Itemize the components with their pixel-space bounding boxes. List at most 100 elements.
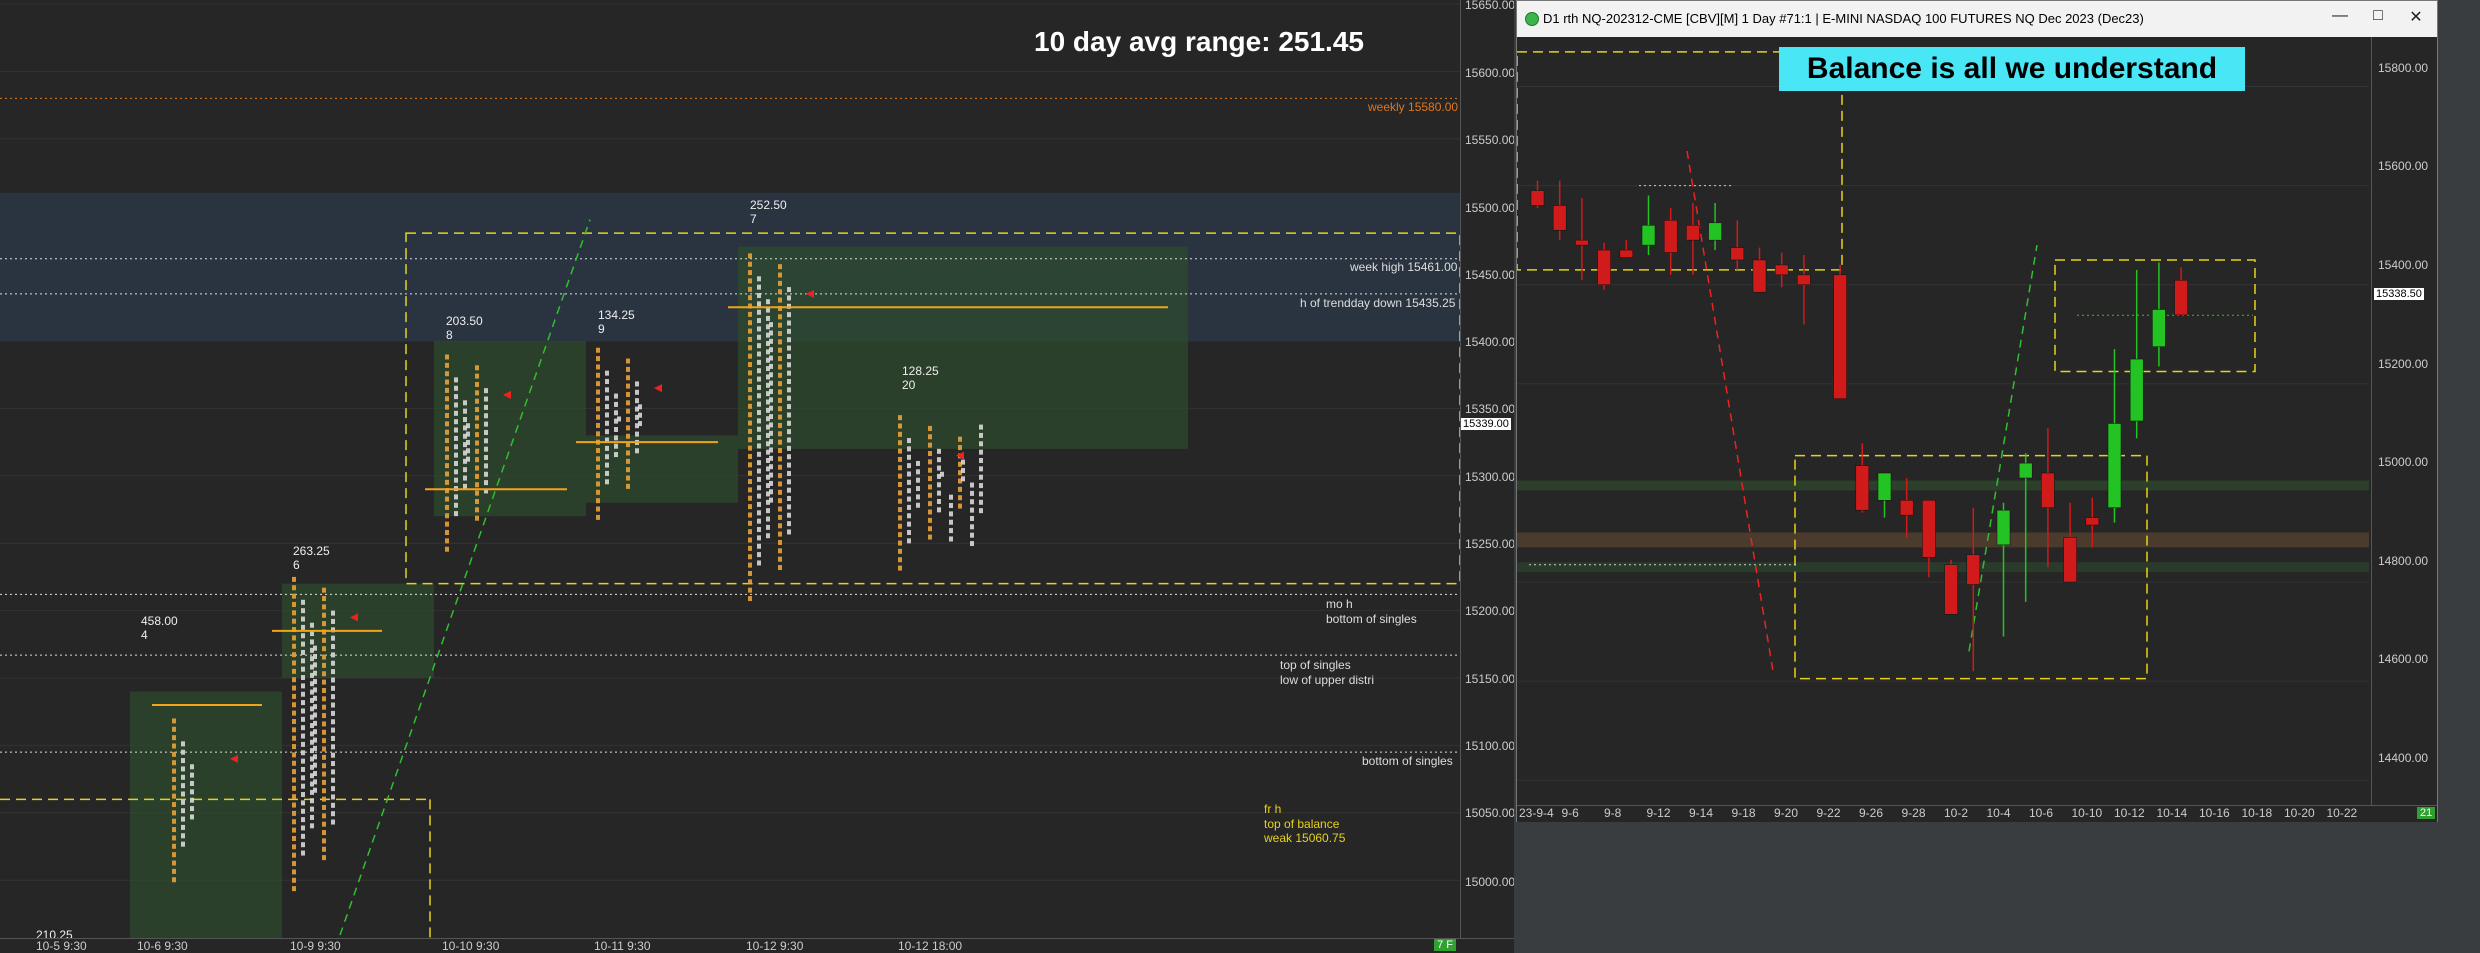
market-profile-canvas[interactable] bbox=[0, 0, 1514, 953]
tpo-letter bbox=[928, 425, 932, 431]
market-profile-chart[interactable]: 10 day avg range: 251.45 458.00 4 263.25 6… bbox=[0, 0, 1514, 953]
tpo-letter bbox=[916, 460, 920, 466]
tpo-letter bbox=[614, 452, 618, 458]
tpo-letter bbox=[958, 445, 962, 451]
tpo-letter bbox=[970, 524, 974, 530]
tpo-letter bbox=[757, 351, 761, 357]
tpo-letter bbox=[331, 811, 335, 817]
price-axis[interactable]: 15650.00 15600.00 15550.00 15500.00 1545… bbox=[1460, 0, 1514, 940]
tpo-letter bbox=[778, 481, 782, 487]
app-icon bbox=[1525, 12, 1539, 26]
date-label: 9-28 bbox=[1901, 806, 1926, 820]
tpo-letter bbox=[928, 434, 932, 440]
tpo-letter bbox=[322, 612, 326, 618]
corner-badge: 21 bbox=[2417, 807, 2436, 819]
tpo-letter bbox=[757, 326, 761, 332]
tpo-letter bbox=[475, 423, 479, 429]
tpo-letter bbox=[310, 798, 314, 804]
tpo-letter bbox=[961, 467, 965, 473]
close-button[interactable]: ✕ bbox=[2401, 7, 2431, 27]
tpo-letter bbox=[928, 484, 932, 490]
tpo-letter bbox=[626, 375, 630, 381]
window-title-bar[interactable]: D1 rth NQ-202312-CME [CBV][M] 1 Day #71:… bbox=[1517, 1, 2437, 37]
candlestick-canvas[interactable] bbox=[1517, 37, 2437, 821]
tpo-letter bbox=[614, 393, 618, 399]
tpo-letter bbox=[301, 641, 305, 647]
tpo-letter bbox=[475, 381, 479, 387]
tpo-letter bbox=[635, 448, 639, 454]
tpo-letter bbox=[748, 286, 752, 292]
price-tick: 15150.00 bbox=[1465, 672, 1514, 686]
tpo-letter bbox=[292, 777, 296, 783]
tpo-letter bbox=[778, 464, 782, 470]
tpo-letter bbox=[769, 372, 773, 378]
tpo-letter bbox=[181, 783, 185, 789]
tpo-letter bbox=[748, 453, 752, 459]
tpo-letter bbox=[301, 675, 305, 681]
tpo-letter bbox=[949, 536, 953, 542]
maximize-button[interactable]: □ bbox=[2363, 7, 2393, 25]
tpo-letter bbox=[301, 766, 305, 772]
tpo-letter bbox=[301, 725, 305, 731]
tpo-letter bbox=[292, 819, 296, 825]
tpo-letter bbox=[596, 406, 600, 412]
tpo-letter bbox=[322, 704, 326, 710]
tpo-letter bbox=[484, 429, 488, 435]
tpo-letter bbox=[748, 278, 752, 284]
tpo-letter bbox=[949, 519, 953, 525]
corner-badge: 7 F bbox=[1434, 939, 1456, 951]
tpo-letter bbox=[605, 445, 609, 451]
tpo-letter bbox=[766, 307, 770, 313]
tpo-letter bbox=[778, 498, 782, 504]
tpo-letter bbox=[475, 398, 479, 404]
tpo-letter bbox=[301, 842, 305, 848]
tpo-letter bbox=[596, 414, 600, 420]
tpo-letter bbox=[596, 464, 600, 470]
tpo-letter bbox=[949, 511, 953, 517]
daily-chart-window[interactable]: D1 rth NQ-202312-CME [CBV][M] 1 Day #71:… bbox=[1514, 0, 2480, 953]
tpo-letter bbox=[748, 428, 752, 434]
banner-balance: Balance is all we understand bbox=[1779, 47, 2245, 91]
date-label: 9-20 bbox=[1774, 806, 1799, 820]
daily-price-axis[interactable]: 15800.00 15600.00 15400.00 15200.00 1500… bbox=[2371, 37, 2436, 809]
tpo-letter bbox=[766, 533, 770, 539]
tpo-letter bbox=[322, 604, 326, 610]
tpo-letter bbox=[322, 804, 326, 810]
tpo-letter bbox=[757, 410, 761, 416]
minimize-button[interactable]: — bbox=[2325, 7, 2355, 25]
time-axis[interactable]: 10-5 9:30 10-6 9:30 10-9 9:30 10-10 9:30… bbox=[0, 938, 1514, 953]
tpo-letter bbox=[172, 843, 176, 849]
tpo-letter bbox=[301, 633, 305, 639]
tpo-letter bbox=[313, 729, 317, 735]
tpo-letter bbox=[748, 261, 752, 267]
tpo-letter bbox=[454, 402, 458, 408]
tpo-letter bbox=[937, 465, 941, 471]
tpo-letter bbox=[463, 408, 467, 414]
tpo-letter bbox=[445, 429, 449, 435]
tpo-letter bbox=[748, 587, 752, 593]
tpo-letter bbox=[475, 390, 479, 396]
tpo-letter bbox=[596, 481, 600, 487]
tpo-letter bbox=[778, 431, 782, 437]
tpo-letter bbox=[626, 391, 630, 397]
tpo-letter bbox=[331, 761, 335, 767]
tpo-letter bbox=[787, 420, 791, 426]
tpo-letter bbox=[626, 425, 630, 431]
tpo-letter bbox=[301, 833, 305, 839]
tpo-letter bbox=[614, 443, 618, 449]
tpo-letter bbox=[787, 287, 791, 293]
tpo-letter bbox=[484, 421, 488, 427]
tpo-letter bbox=[748, 378, 752, 384]
tpo-letter bbox=[979, 491, 983, 497]
tpo-letter bbox=[172, 785, 176, 791]
tpo-letter bbox=[928, 492, 932, 498]
tpo-letter bbox=[292, 610, 296, 616]
tpo-letter bbox=[454, 419, 458, 425]
tpo-letter bbox=[898, 515, 902, 521]
tpo-letter bbox=[596, 389, 600, 395]
tpo-letter bbox=[787, 470, 791, 476]
daily-date-axis[interactable]: 23-9-4 9-6 9-8 9-12 9-14 9-18 9-20 9-22 9-26 9-28… bbox=[1517, 805, 2437, 822]
tpo-letter bbox=[778, 439, 782, 445]
tpo-letter bbox=[331, 644, 335, 650]
tpo-letter bbox=[322, 721, 326, 727]
